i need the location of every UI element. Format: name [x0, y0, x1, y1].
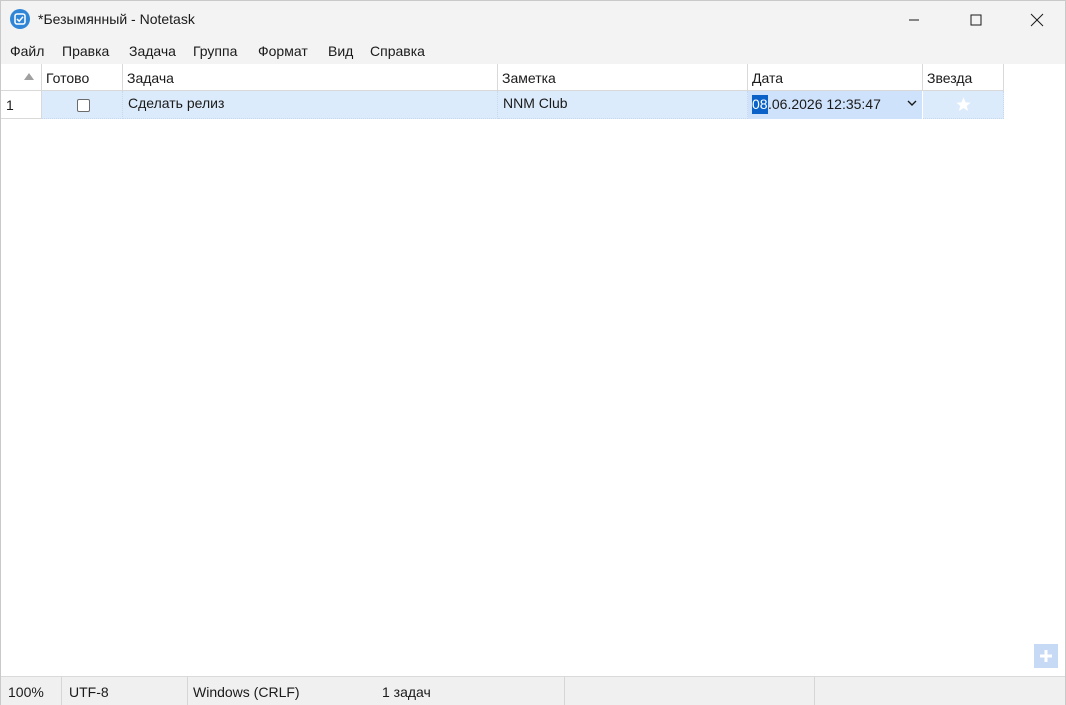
menu-edit[interactable]: Правка — [62, 43, 109, 59]
date-picker-editor[interactable]: 08 .06.2026 12:35:47 — [748, 91, 922, 119]
status-line-endings-text: Windows (CRLF) — [193, 684, 300, 700]
plus-icon — [1040, 650, 1052, 662]
menu-bar: Файл Правка Задача Группа Формат Вид Спр… — [1, 38, 1065, 64]
minimize-button[interactable] — [891, 1, 937, 38]
menu-file[interactable]: Файл — [10, 43, 44, 59]
header-date-label: Дата — [752, 70, 784, 86]
star-icon[interactable] — [955, 96, 972, 113]
note-cell[interactable]: NNM Club — [498, 91, 748, 119]
status-task-count: 1 задач — [375, 677, 565, 705]
status-encoding: UTF-8 — [62, 677, 188, 705]
row-number-cell[interactable]: 1 — [1, 91, 42, 119]
date-day-selected[interactable]: 08 — [752, 95, 768, 114]
menu-task[interactable]: Задача — [129, 43, 176, 59]
task-grid: Готово Задача Заметка Дата Звезда 1 Сдел… — [1, 64, 1004, 120]
menu-view[interactable]: Вид — [328, 43, 353, 59]
status-zoom-text: 100% — [8, 684, 44, 700]
header-star[interactable]: Звезда — [923, 64, 1004, 91]
title-bar: *Безымянный - Notetask — [1, 1, 1065, 38]
notetask-check-icon — [10, 9, 30, 29]
task-text: Сделать релиз — [128, 95, 225, 111]
status-empty-2 — [815, 677, 1065, 705]
header-task[interactable]: Задача — [123, 64, 498, 91]
header-date[interactable]: Дата — [748, 64, 923, 91]
close-button[interactable] — [1014, 1, 1060, 38]
task-cell[interactable]: Сделать релиз — [123, 91, 498, 119]
header-done[interactable]: Готово — [42, 64, 123, 91]
done-checkbox[interactable] — [77, 99, 90, 112]
status-line-endings: Windows (CRLF) — [188, 677, 375, 705]
menu-help[interactable]: Справка — [370, 43, 425, 59]
header-rownum[interactable] — [1, 64, 42, 91]
add-task-button[interactable] — [1034, 644, 1058, 668]
header-done-label: Готово — [46, 70, 90, 86]
header-note-label: Заметка — [502, 70, 556, 86]
chevron-down-icon[interactable] — [907, 100, 917, 107]
window-title: *Безымянный - Notetask — [38, 11, 195, 27]
menu-group[interactable]: Группа — [193, 43, 237, 59]
app-window: *Безымянный - Notetask Файл Правка Задач… — [0, 0, 1066, 705]
header-star-label: Звезда — [927, 70, 973, 86]
header-task-label: Задача — [127, 70, 174, 86]
row-number: 1 — [6, 97, 14, 113]
star-cell[interactable] — [923, 91, 1004, 119]
date-rest-text: .06.2026 12:35:47 — [768, 96, 881, 112]
maximize-button[interactable] — [953, 1, 999, 38]
status-task-count-text: 1 задач — [382, 684, 431, 700]
status-bar: 100% UTF-8 Windows (CRLF) 1 задач — [1, 676, 1065, 705]
status-empty-1 — [565, 677, 815, 705]
status-zoom: 100% — [1, 677, 62, 705]
done-cell[interactable] — [42, 91, 123, 119]
note-text: NNM Club — [503, 95, 568, 111]
sort-ascending-icon — [24, 73, 34, 80]
header-note[interactable]: Заметка — [498, 64, 748, 91]
status-encoding-text: UTF-8 — [69, 684, 109, 700]
menu-format[interactable]: Формат — [258, 43, 308, 59]
